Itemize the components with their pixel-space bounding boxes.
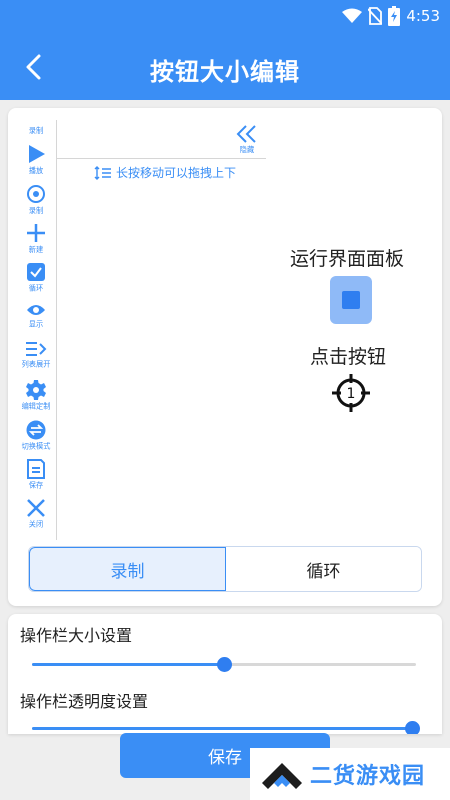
stop-icon (342, 291, 360, 309)
toolbar-item-loop[interactable]: 循环 (14, 262, 58, 294)
no-sim-icon (368, 7, 383, 25)
toolbar-label: 列表展开 (21, 360, 51, 369)
target-number: 1 (347, 386, 356, 402)
status-time: 4:53 (406, 7, 440, 25)
toolbar-item-record[interactable]: 录制 (14, 184, 58, 216)
toolbar-label: 录制 (28, 126, 44, 135)
app-header: 按钮大小编辑 (0, 34, 450, 100)
page-title: 按钮大小编辑 (150, 58, 300, 86)
toolbar-label: 播放 (28, 166, 44, 175)
toolbar-label: 新建 (28, 245, 44, 254)
status-icons: 4:53 (342, 6, 440, 26)
eye-icon (27, 305, 45, 315)
toolbar-item-play[interactable]: 播放 (14, 144, 58, 176)
toolbar-item-record-top[interactable]: 录制 (14, 124, 58, 136)
toolbar-label: 显示 (28, 320, 44, 329)
toolbar-label: 关闭 (28, 520, 44, 529)
drag-hint: 长按移动可以拖拽上下 (94, 164, 236, 181)
toolbar-item-edit-custom[interactable]: 编辑定制 (14, 380, 58, 412)
double-chevron-left-icon (236, 125, 256, 143)
plus-icon (27, 224, 45, 242)
stop-button[interactable] (330, 276, 372, 324)
status-bar: 4:53 (0, 0, 450, 34)
toolbar-label: 切换模式 (21, 442, 51, 451)
checkbox-icon (27, 263, 45, 281)
battery-charging-icon (388, 6, 401, 26)
toolbar-label: 循环 (28, 284, 44, 293)
toolbar-item-close[interactable]: 关闭 (14, 498, 58, 530)
toolbar-label: 保存 (28, 481, 44, 490)
watermark-logo-icon (262, 763, 302, 789)
gear-icon (26, 380, 46, 400)
list-divider (56, 158, 266, 159)
save-icon (27, 459, 45, 479)
settings-card: 操作栏大小设置 操作栏透明度设置 (8, 614, 442, 734)
click-button-label: 点击按钮 (310, 346, 387, 368)
toolbar-label: 编辑定制 (21, 402, 51, 411)
opacity-setting-label: 操作栏透明度设置 (20, 692, 149, 711)
run-panel-title: 运行界面面板 (290, 248, 405, 270)
list-expand-icon (26, 342, 47, 356)
watermark-text: 二货游戏园 (310, 764, 426, 789)
collapse-label: 隐藏 (239, 145, 255, 154)
close-icon (27, 499, 45, 517)
drag-sort-icon (94, 165, 111, 180)
wifi-icon (342, 8, 363, 23)
opacity-slider[interactable] (32, 721, 421, 734)
toolbar-item-switch-mode[interactable]: 切换模式 (14, 420, 58, 452)
play-icon (29, 145, 45, 163)
toolbar-item-list-expand[interactable]: 列表展开 (14, 340, 58, 370)
size-slider-fill (32, 663, 224, 666)
toolbar-label: 录制 (28, 206, 44, 215)
size-setting-label: 操作栏大小设置 (20, 626, 133, 645)
size-slider-knob[interactable] (217, 657, 232, 672)
toolbar-item-show[interactable]: 显示 (14, 302, 58, 330)
mode-tabs: 录制 循环 (28, 546, 422, 592)
toolbar-divider (56, 120, 57, 540)
watermark: 二货游戏园 (250, 748, 450, 800)
opacity-slider-fill (32, 727, 413, 730)
toolbar-item-new[interactable]: 新建 (14, 223, 58, 255)
toolbar-item-save[interactable]: 保存 (14, 459, 58, 491)
tab-loop[interactable]: 循环 (226, 547, 421, 591)
editor-card: 录制 播放 录制 新建 循环 显示 列表展开 编辑定制 切换模式 保存 关闭 隐… (8, 108, 442, 606)
collapse-button[interactable]: 隐藏 (232, 124, 262, 155)
switch-icon (26, 420, 46, 440)
drag-hint-text: 长按移动可以拖拽上下 (116, 166, 237, 180)
tab-record[interactable]: 录制 (29, 547, 226, 591)
size-slider[interactable] (32, 657, 416, 672)
record-icon (27, 185, 45, 203)
crosshair-target-icon[interactable]: 1 (332, 374, 370, 412)
opacity-slider-knob[interactable] (405, 721, 421, 734)
